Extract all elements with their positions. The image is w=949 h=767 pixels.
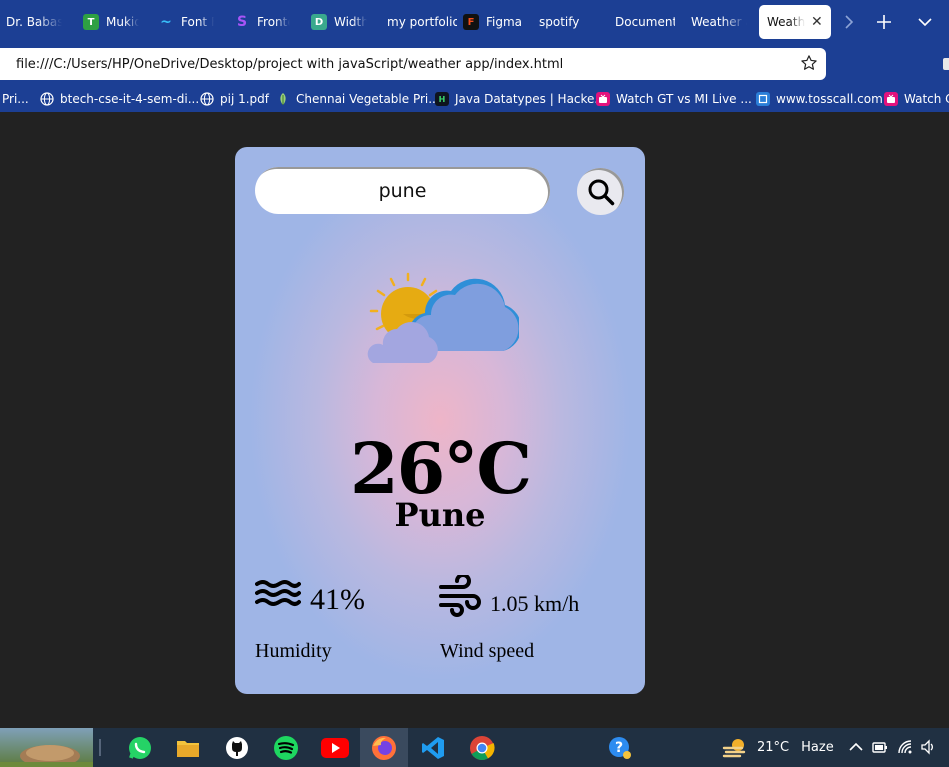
spotify-icon[interactable] (262, 728, 310, 767)
firefox-icon[interactable] (360, 728, 408, 767)
tab-label: Weather app (767, 15, 805, 29)
wind-icon (439, 575, 481, 617)
tray-weather[interactable]: 21°C Haze (722, 728, 834, 767)
address-bar[interactable]: file:///C:/Users/HP/OneDrive/Desktop/pro… (0, 48, 826, 80)
docs-icon: D (311, 14, 327, 30)
city-name: Pune (394, 496, 486, 534)
humidity-label: Humidity (255, 640, 332, 662)
haze-icon (722, 738, 746, 757)
bookmark-label: Watch C (904, 92, 949, 106)
tray-weather-desc: Haze (801, 740, 834, 755)
chrome-icon[interactable] (458, 728, 506, 767)
tab-label: Mukiders (106, 15, 139, 29)
humidity-value: 41% (310, 583, 365, 616)
tab[interactable]: T Mukiders (83, 0, 139, 44)
tab-label: Document (615, 15, 675, 29)
navigation-bar: file:///C:/Users/HP/OneDrive/Desktop/pro… (0, 44, 949, 86)
figma-icon: F (463, 14, 479, 30)
bookmark-item[interactable]: H Java Datatypes | Hacke... (435, 86, 606, 112)
tab-label: Width (334, 15, 367, 29)
tab[interactable]: my portfolio (387, 0, 457, 44)
tv-icon (884, 92, 898, 106)
file-explorer-icon[interactable] (164, 728, 212, 767)
wind-speed-value: 1.05 km/h (490, 591, 580, 616)
bookmark-label: Chennai Vegetable Pri... (296, 92, 440, 106)
tab-strip: Dr. Babasaheb T Mukiders ~ Font Flipper … (0, 0, 949, 44)
close-icon[interactable]: ✕ (811, 14, 823, 30)
tab[interactable]: Document (615, 0, 675, 44)
humidity-icon (255, 580, 301, 606)
tv-icon (596, 92, 610, 106)
tab[interactable]: S Frontend (234, 0, 290, 44)
bookmarks-bar: Pri... btech-cse-it-4-sem-di... pij 1.pd… (0, 86, 949, 112)
city-search-input[interactable] (255, 167, 550, 214)
bookmark-label: www.tosscall.com (776, 92, 883, 106)
volume-icon[interactable] (920, 739, 936, 755)
tab-label: Figma (486, 15, 523, 29)
wind-speed-label: Wind speed (440, 640, 535, 662)
bookmark-item[interactable]: Chennai Vegetable Pri... (276, 86, 440, 112)
new-tab-icon[interactable] (869, 0, 899, 44)
chevron-up-icon[interactable] (849, 739, 863, 755)
tab-label: my portfolio (387, 15, 457, 29)
taskbar: ? 21°C Haze (0, 728, 949, 767)
globe-icon (40, 92, 54, 106)
whatsapp-icon[interactable] (116, 728, 164, 767)
bookmark-label: btech-cse-it-4-sem-di... (60, 92, 200, 106)
tray-weather-temp: 21°C (757, 740, 790, 755)
tab-label: spotify (539, 15, 580, 29)
tab[interactable]: ~ Font Flipper (158, 0, 214, 44)
vs-code-icon[interactable] (409, 728, 457, 767)
search-icon (588, 179, 614, 205)
weather-card: 26°C Pune 41% Humidity 1.05 km/h Wind sp… (235, 147, 645, 694)
bookmark-star-icon[interactable] (800, 54, 818, 76)
tailwind-icon: ~ (160, 14, 172, 30)
wifi-icon[interactable] (897, 739, 913, 755)
extension-icon[interactable] (943, 58, 949, 70)
help-icon[interactable]: ? (596, 728, 644, 767)
tab-label: Frontend (257, 15, 290, 29)
bookmark-item[interactable]: Pri... (2, 86, 29, 112)
tab-label: Weather app (691, 15, 747, 29)
frontend-mentor-icon: S (236, 14, 248, 30)
bookmark-label: pij 1.pdf (220, 92, 270, 106)
bookmark-label: Pri... (2, 92, 29, 106)
globe-icon (200, 92, 214, 106)
address-text: file:///C:/Users/HP/OneDrive/Desktop/pro… (16, 56, 564, 72)
svg-text:?: ? (615, 740, 623, 756)
bookmark-item[interactable]: btech-cse-it-4-sem-di... (40, 86, 199, 112)
tab[interactable]: spotify (539, 0, 589, 44)
chevron-right-icon[interactable] (834, 0, 864, 44)
tab[interactable]: D Width (311, 0, 367, 44)
site-icon (756, 92, 770, 106)
taskbar-divider (99, 739, 101, 756)
bookmark-label: Java Datatypes | Hacke... (455, 92, 606, 106)
hackerrank-icon: H (435, 92, 449, 106)
partly-cloudy-icon (367, 272, 519, 363)
tab[interactable]: F Figma (463, 0, 525, 44)
bookmark-item[interactable]: Watch C (884, 86, 949, 112)
tab-label: Dr. Babasaheb (6, 15, 62, 29)
leaf-icon (276, 92, 290, 106)
bookmark-item[interactable]: www.tosscall.com (756, 86, 883, 112)
bookmark-label: Watch GT vs MI Live ... (616, 92, 752, 106)
github-icon[interactable] (213, 728, 261, 767)
tab-active[interactable]: Weather app ✕ (759, 5, 831, 39)
sheet-icon: T (83, 14, 99, 30)
bookmark-item[interactable]: Watch GT vs MI Live ... (596, 86, 752, 112)
search-button[interactable] (577, 168, 624, 215)
youtube-icon[interactable] (311, 728, 359, 767)
bookmark-item[interactable]: pij 1.pdf (200, 86, 269, 112)
chevron-down-icon[interactable] (910, 0, 940, 44)
battery-icon[interactable] (872, 739, 888, 755)
desktop-thumbnail[interactable] (0, 728, 93, 767)
tab-label: Font Flipper (181, 15, 214, 29)
tab[interactable]: Weather app (691, 0, 747, 44)
tab[interactable]: Dr. Babasaheb (6, 0, 62, 44)
